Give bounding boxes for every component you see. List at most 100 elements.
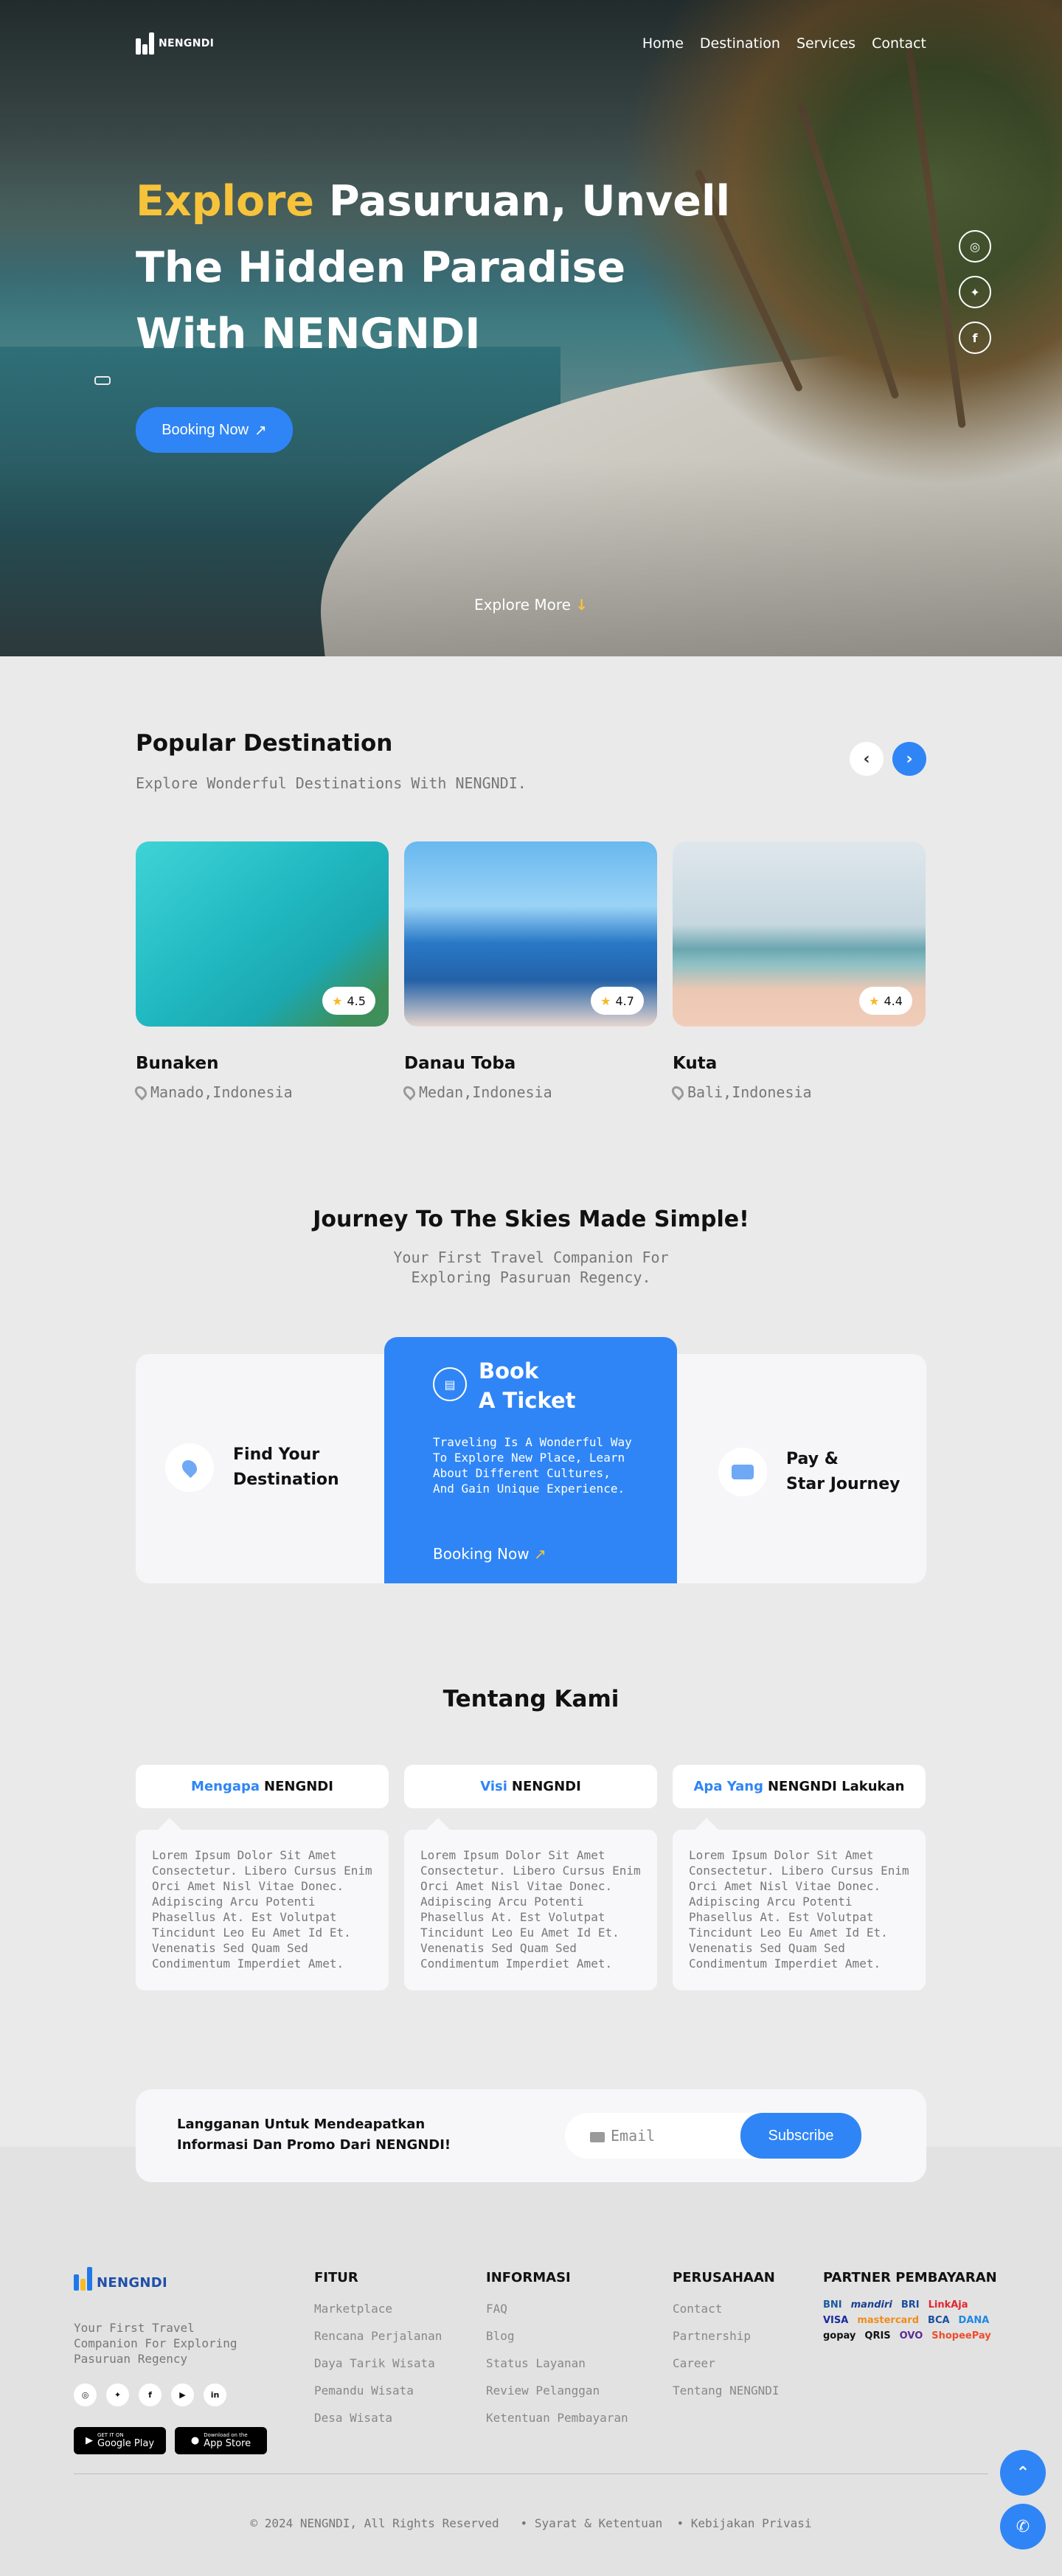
subscribe-box: Langganan Untuk Mendeapatkan Informasi Da… — [136, 2089, 926, 2182]
hero-booking-button[interactable]: Booking Now ↗ — [136, 407, 293, 453]
carousel-next-button[interactable]: › — [892, 742, 926, 776]
destination-location: Medan,Indonesia — [400, 1083, 657, 1101]
linkedin-icon[interactable]: in — [204, 2384, 226, 2406]
privacy-link[interactable]: Kebijakan Privasi — [691, 2516, 812, 2530]
nav-home[interactable]: Home — [642, 35, 684, 52]
whatsapp-button[interactable]: ✆ — [1000, 2504, 1046, 2549]
facebook-icon[interactable]: f — [959, 322, 991, 354]
footer-link[interactable]: Review Pelanggan — [486, 2384, 628, 2398]
footer-col-perusahaan: PERUSAHAAN Contact Partnership Career Te… — [673, 2270, 780, 2411]
credit-card-icon — [718, 1448, 767, 1496]
destination-name: Danau Toba — [404, 1054, 516, 1073]
facebook-icon[interactable]: f — [139, 2384, 162, 2406]
tab-text: NENGNDI Lakukan — [767, 1779, 905, 1794]
nav-services[interactable]: Services — [796, 35, 856, 52]
tab-blue-text: Mengapa — [191, 1779, 260, 1794]
tab-blue-text: Apa Yang — [693, 1779, 763, 1794]
arrow-down-icon: ↓ — [575, 596, 589, 614]
tab-visi[interactable]: Visi NENGNDI — [404, 1765, 657, 1808]
book-description: Traveling Is A Wonderful Way To Explore … — [433, 1435, 632, 1496]
footer-link[interactable]: Status Layanan — [486, 2356, 628, 2370]
shopeepay-logo: ShopeePay — [931, 2330, 991, 2341]
rating-badge: ★ 4.5 — [322, 987, 375, 1015]
footer-link[interactable]: Ketentuan Pembayaran — [486, 2411, 628, 2425]
destination-card[interactable]: ★ 4.7 Danau Toba Medan,Indonesia — [400, 841, 657, 1101]
mastercard-logo: mastercard — [857, 2315, 920, 2326]
footer-link[interactable]: Daya Tarik Wisata — [314, 2356, 442, 2370]
footer-link[interactable]: Marketplace — [314, 2302, 442, 2316]
youtube-icon[interactable]: ▶ — [171, 2384, 194, 2406]
mail-icon — [590, 2131, 605, 2142]
footer-link[interactable]: Rencana Perjalanan — [314, 2329, 442, 2343]
footer-divider — [74, 2473, 988, 2474]
footer-link[interactable]: Desa Wisata — [314, 2411, 442, 2425]
logo-icon — [74, 2267, 92, 2291]
tab-blue-text: Visi — [480, 1779, 507, 1794]
star-icon: ★ — [332, 993, 343, 1008]
book-now-link[interactable]: Booking Now ↗ — [433, 1545, 546, 1563]
carousel-prev-button[interactable]: ‹ — [850, 742, 884, 776]
arrow-up-right-icon: ↗ — [254, 422, 267, 439]
nav-destination[interactable]: Destination — [700, 35, 780, 52]
destination-location-text: Medan,Indonesia — [419, 1083, 552, 1101]
tab-mengapa[interactable]: Mengapa NENGNDI — [136, 1765, 389, 1808]
footer-social: ◎ ✦ f ▶ in — [74, 2384, 226, 2406]
star-icon: ★ — [600, 993, 611, 1008]
app-store-button[interactable]: ● Download on the App Store — [175, 2427, 267, 2454]
destination-card[interactable]: ★ 4.5 Bunaken Manado,Indonesia — [132, 841, 389, 1101]
google-play-button[interactable]: ▶ GET IT ON Google Play — [74, 2427, 166, 2454]
footer-bottom: © 2024 NENGNDI, All Rights Reserved • Sy… — [250, 2516, 812, 2530]
about-box: Lorem Ipsum Dolor Sit Amet Consectetur. … — [136, 1818, 389, 1990]
visa-logo: VISA — [823, 2315, 849, 2326]
store-label: Google Play — [97, 2438, 155, 2449]
instagram-icon[interactable]: ◎ — [74, 2384, 97, 2406]
google-play-icon: ▶ — [85, 2435, 93, 2446]
tab-apa-yang[interactable]: Apa Yang NENGNDI Lakukan — [673, 1765, 926, 1808]
twitter-icon[interactable]: ✦ — [106, 2384, 129, 2406]
footer-link[interactable]: FAQ — [486, 2302, 628, 2316]
app-stores: ▶ GET IT ON Google Play ● Download on the Ap… — [74, 2427, 267, 2454]
footer-link[interactable]: Contact — [673, 2302, 780, 2316]
footer-col-fitur: FITUR Marketplace Rencana Perjalanan Day… — [314, 2270, 442, 2438]
hero-title-highlight: Explore — [136, 177, 314, 226]
footer-link[interactable]: Tentang NENGNDI — [673, 2384, 780, 2398]
scroll-top-button[interactable]: ⌃ — [1000, 2450, 1046, 2496]
chevron-right-icon: › — [906, 749, 913, 768]
subscribe-button[interactable]: Subscribe — [740, 2113, 861, 2159]
terms-link[interactable]: Syarat & Ketentuan — [535, 2516, 662, 2530]
explore-more-link[interactable]: Explore More ↓ — [0, 596, 1062, 614]
step-pay-journey: Pay & Star Journey — [718, 1447, 900, 1497]
destination-name: Kuta — [673, 1054, 718, 1073]
logo[interactable]: NENGNDI — [136, 32, 214, 55]
about-box: Lorem Ipsum Dolor Sit Amet Consectetur. … — [404, 1818, 657, 1990]
twitter-icon[interactable]: ✦ — [959, 276, 991, 308]
location-pin-icon — [669, 1083, 687, 1101]
location-pin-icon — [400, 1083, 418, 1101]
footer-tagline: Your First Travel Companion For Explorin… — [74, 2321, 237, 2366]
step-pay-line1: Pay & — [786, 1450, 839, 1468]
footer-link[interactable]: Career — [673, 2356, 780, 2370]
step-find-line1: Find Your — [233, 1445, 320, 1464]
footer-link[interactable]: Partnership — [673, 2329, 780, 2343]
whatsapp-icon: ✆ — [1016, 2517, 1030, 2536]
arrow-up-right-icon: ↗ — [533, 1545, 546, 1563]
logo-text: NENGNDI — [159, 38, 215, 49]
nav-contact[interactable]: Contact — [872, 35, 926, 52]
rating-value: 4.4 — [884, 993, 903, 1008]
footer-logo[interactable]: NENGNDI — [74, 2267, 167, 2291]
logo-icon — [136, 32, 154, 55]
destination-card[interactable]: ★ 4.4 Kuta Bali,Indonesia — [669, 841, 926, 1101]
ovo-logo: OVO — [899, 2330, 923, 2341]
footer-link[interactable]: Blog — [486, 2329, 628, 2343]
step-find-line2: Destination — [233, 1471, 339, 1489]
footer-col-title: INFORMASI — [486, 2270, 571, 2285]
book-ticket-card: ▤ Book A Ticket Traveling Is A Wonderful … — [384, 1337, 677, 1583]
instagram-icon[interactable]: ◎ — [959, 230, 991, 263]
destination-cards: ★ 4.5 Bunaken Manado,Indonesia ★ 4.7 Danau… — [132, 841, 926, 1101]
email-placeholder: Email — [611, 2127, 656, 2145]
rating-value: 4.7 — [615, 993, 634, 1008]
footer-link[interactable]: Pemandu Wisata — [314, 2384, 442, 2398]
rating-badge: ★ 4.7 — [591, 987, 644, 1015]
hero-social: ◎ ✦ f — [959, 230, 991, 354]
gopay-logo: gopay — [823, 2330, 856, 2341]
